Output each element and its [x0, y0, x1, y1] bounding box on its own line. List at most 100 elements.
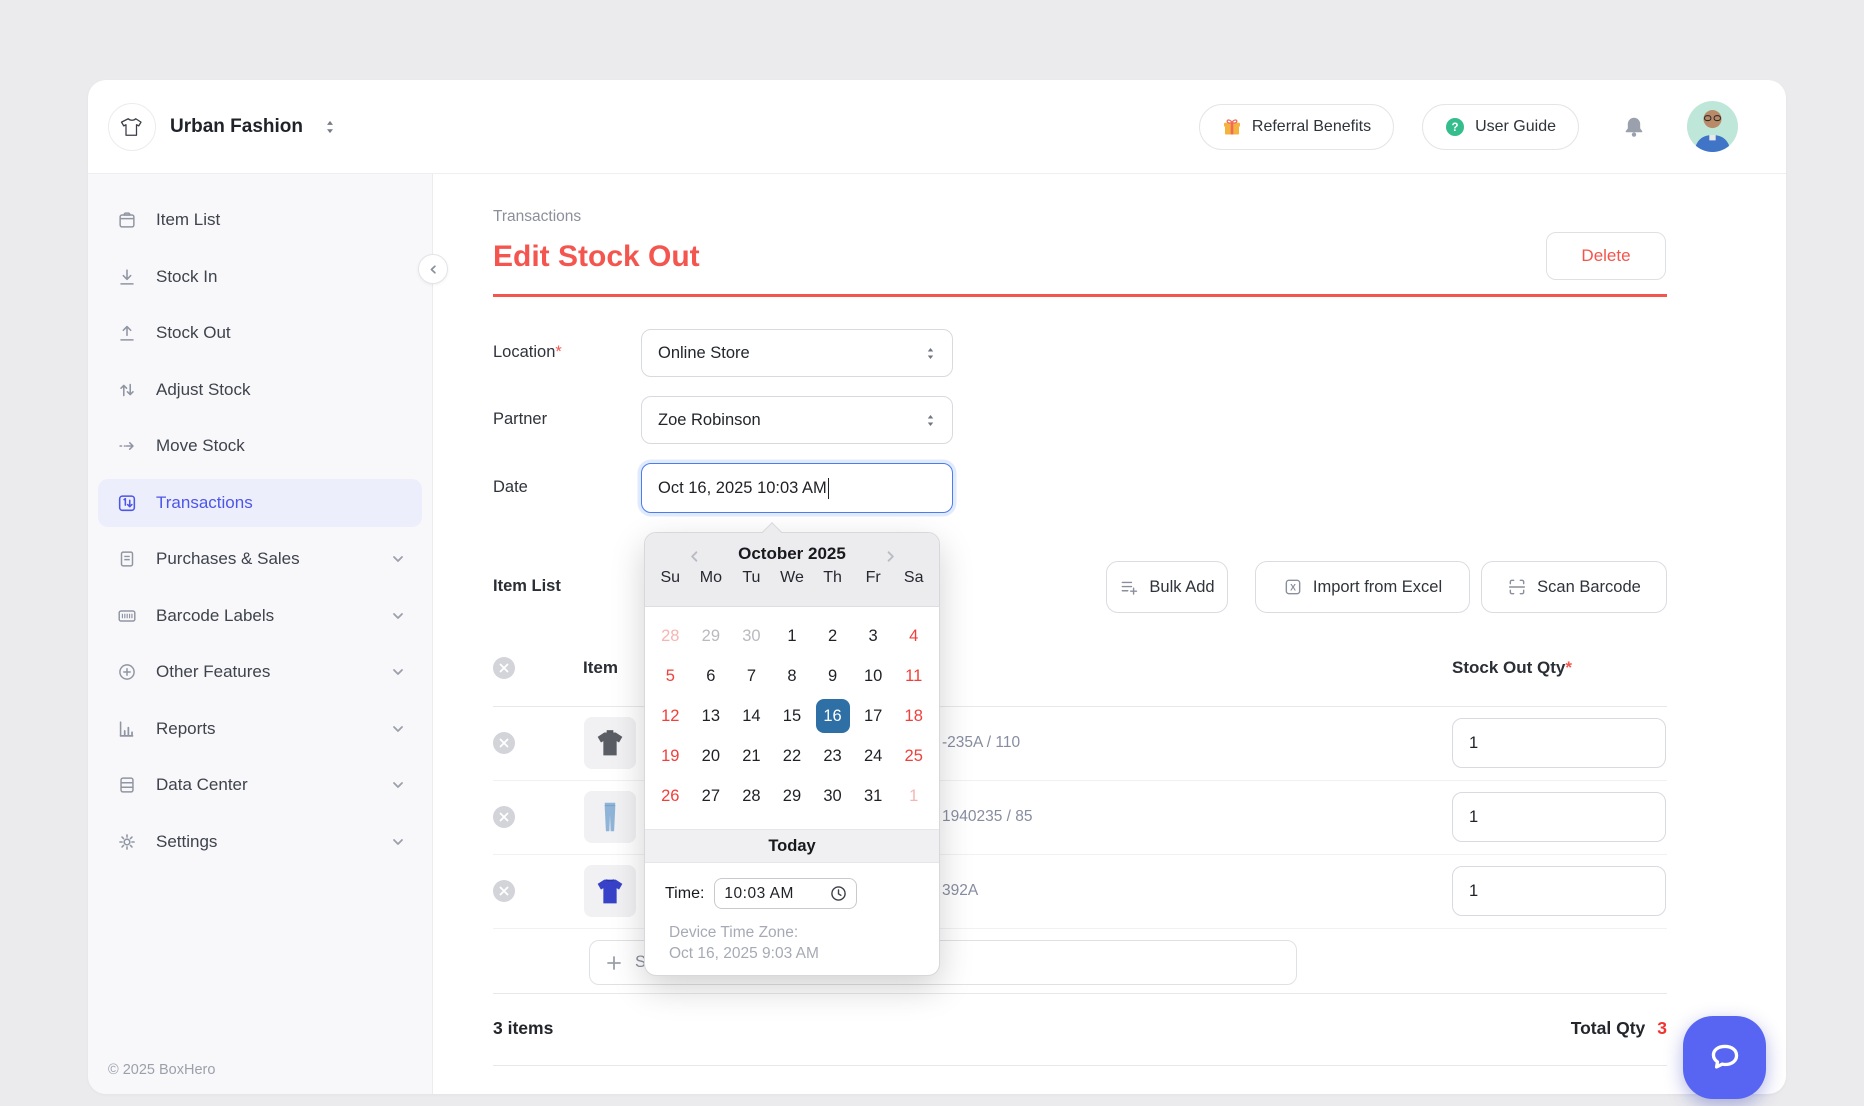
- calendar-day[interactable]: 2: [812, 616, 853, 656]
- referral-benefits-button[interactable]: Referral Benefits: [1199, 104, 1394, 150]
- notifications-button[interactable]: [1621, 114, 1647, 140]
- calendar-day[interactable]: 22: [772, 736, 813, 776]
- user-guide-label: User Guide: [1475, 118, 1556, 136]
- calendar-day[interactable]: 29: [772, 776, 813, 816]
- chat-bubble-icon: [1704, 1037, 1746, 1079]
- sidebar-item-label: Transactions: [156, 493, 406, 513]
- time-label: Time:: [665, 885, 704, 903]
- weekday-label: We: [772, 569, 813, 601]
- time-input[interactable]: 10:03 AM: [714, 878, 857, 909]
- avatar-image: [1687, 101, 1738, 152]
- sidebar-item-label: Item List: [156, 210, 406, 230]
- sidebar-item-purchases-sales[interactable]: Purchases & Sales: [98, 535, 422, 583]
- calendar-day[interactable]: 12: [650, 696, 691, 736]
- calendar-day[interactable]: 11: [893, 656, 934, 696]
- plus-icon: [605, 954, 623, 972]
- calendar-day[interactable]: 9: [812, 656, 853, 696]
- date-value: Oct 16, 2025 10:03 AM: [658, 479, 827, 498]
- sidebar-item-other-features[interactable]: Other Features: [98, 648, 422, 696]
- company-switcher[interactable]: [323, 118, 337, 136]
- sidebar-item-data-center[interactable]: Data Center: [98, 761, 422, 809]
- calendar-day[interactable]: 27: [691, 776, 732, 816]
- user-guide-button[interactable]: ? User Guide: [1422, 104, 1579, 150]
- sidebar-item-adjust-stock[interactable]: Adjust Stock: [98, 366, 422, 414]
- remove-item-button[interactable]: [493, 806, 515, 828]
- weekday-label: Mo: [691, 569, 732, 601]
- calendar-day[interactable]: 1: [772, 616, 813, 656]
- sidebar-item-barcode-labels[interactable]: Barcode Labels: [98, 592, 422, 640]
- calendar-day[interactable]: 30: [731, 616, 772, 656]
- chevron-down-icon: [390, 664, 406, 680]
- remove-item-button[interactable]: [493, 880, 515, 902]
- tshirt-icon: [117, 112, 147, 142]
- calendar-day[interactable]: 21: [731, 736, 772, 776]
- calendar-day[interactable]: 18: [893, 696, 934, 736]
- calendar-day[interactable]: 25: [893, 736, 934, 776]
- sidebar-item-transactions[interactable]: Transactions: [98, 479, 422, 527]
- calendar-day[interactable]: 28: [731, 776, 772, 816]
- calendar-day[interactable]: 10: [853, 656, 894, 696]
- calendar-day[interactable]: 24: [853, 736, 894, 776]
- calendar-day[interactable]: 3: [853, 616, 894, 656]
- calendar-day[interactable]: 19: [650, 736, 691, 776]
- column-header-stock-out-qty: Stock Out Qty*: [1452, 658, 1572, 678]
- calendar-day[interactable]: 26: [650, 776, 691, 816]
- app-header: Urban Fashion Referral Benefits ? User G…: [88, 80, 1786, 174]
- previous-month-button[interactable]: [681, 543, 707, 569]
- user-avatar[interactable]: [1687, 101, 1738, 152]
- scan-barcode-label: Scan Barcode: [1537, 578, 1641, 597]
- sidebar-item-reports[interactable]: Reports: [98, 705, 422, 753]
- stock-out-qty-input[interactable]: [1452, 866, 1666, 916]
- chevron-down-icon: [390, 834, 406, 850]
- remove-item-button[interactable]: [493, 732, 515, 754]
- calendar-day-selected[interactable]: 16: [812, 696, 853, 736]
- partner-select[interactable]: Zoe Robinson: [641, 396, 953, 444]
- calendar-day[interactable]: 7: [731, 656, 772, 696]
- sidebar-collapse-button[interactable]: [418, 254, 448, 284]
- location-select[interactable]: Online Store: [641, 329, 953, 377]
- stock-out-qty-input[interactable]: [1452, 792, 1666, 842]
- calendar-day[interactable]: 31: [853, 776, 894, 816]
- calendar-day[interactable]: 13: [691, 696, 732, 736]
- next-month-button[interactable]: [877, 543, 903, 569]
- device-timezone: Device Time Zone: Oct 16, 2025 9:03 AM: [669, 922, 919, 964]
- calendar-month-label: October 2025: [738, 544, 846, 564]
- calendar-day[interactable]: 5: [650, 656, 691, 696]
- import-from-excel-button[interactable]: X Import from Excel: [1255, 561, 1470, 613]
- calendar-day[interactable]: 6: [691, 656, 732, 696]
- sidebar-item-move-stock[interactable]: Move Stock: [98, 422, 422, 470]
- date-input[interactable]: Oct 16, 2025 10:03 AM: [641, 463, 953, 513]
- company-logo: [108, 103, 156, 151]
- stock-out-qty-input[interactable]: [1452, 718, 1666, 768]
- today-button[interactable]: Today: [645, 829, 939, 863]
- clear-all-items-button[interactable]: [493, 657, 515, 679]
- chat-widget-button[interactable]: [1683, 1016, 1766, 1099]
- scan-barcode-button[interactable]: Scan Barcode: [1481, 561, 1667, 613]
- calendar-day[interactable]: 20: [691, 736, 732, 776]
- delete-button[interactable]: Delete: [1546, 232, 1666, 280]
- required-asterisk: *: [1565, 658, 1572, 677]
- sidebar-item-stock-in[interactable]: Stock In: [98, 253, 422, 301]
- calendar-day[interactable]: 30: [812, 776, 853, 816]
- total-qty-value: 3: [1657, 1018, 1667, 1039]
- calendar-day[interactable]: 17: [853, 696, 894, 736]
- calendar-day[interactable]: 8: [772, 656, 813, 696]
- item-sku: 1940235 / 85: [942, 808, 1033, 826]
- sidebar-item-settings[interactable]: Settings: [98, 818, 422, 866]
- calendar-day[interactable]: 14: [731, 696, 772, 736]
- calendar-day[interactable]: 29: [691, 616, 732, 656]
- question-icon: ?: [1445, 117, 1465, 137]
- calendar-day[interactable]: 15: [772, 696, 813, 736]
- document-icon: [116, 548, 138, 570]
- sidebar-item-stock-out[interactable]: Stock Out: [98, 309, 422, 357]
- weekday-label: Th: [812, 569, 853, 601]
- sidebar-item-item-list[interactable]: Item List: [98, 196, 422, 244]
- calendar-day[interactable]: 1: [893, 776, 934, 816]
- calendar-day[interactable]: 23: [812, 736, 853, 776]
- calendar-day[interactable]: 4: [893, 616, 934, 656]
- bulk-add-button[interactable]: Bulk Add: [1106, 561, 1228, 613]
- plus-circle-icon: [116, 661, 138, 683]
- referral-benefits-label: Referral Benefits: [1252, 118, 1371, 136]
- item-list-icon: [116, 209, 138, 231]
- calendar-day[interactable]: 28: [650, 616, 691, 656]
